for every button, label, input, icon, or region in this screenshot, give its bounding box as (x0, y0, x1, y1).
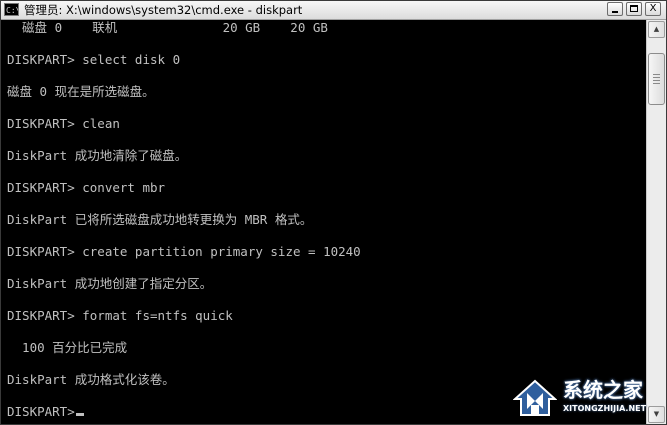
console-output[interactable]: 磁盘 0 联机 20 GB 20 GB DISKPART> select dis… (1, 20, 646, 424)
vertical-scrollbar[interactable]: ▲ ▼ (646, 20, 666, 424)
close-button[interactable]: X (645, 2, 661, 16)
diskpart-prompt: DISKPART> (7, 404, 75, 419)
down-arrow-icon: ▼ (653, 410, 660, 418)
command-prompt-line[interactable]: DISKPART> (7, 404, 84, 420)
title-bar[interactable]: C:\ 管理员: X:\windows\system32\cmd.exe - d… (1, 1, 666, 20)
grip-line (653, 74, 660, 75)
grip-line (653, 77, 660, 78)
grip-line (653, 83, 660, 84)
console-line: DiskPart 已将所选磁盘成功地转更换为 MBR 格式。 (7, 212, 313, 227)
console-line: 100 百分比已完成 (7, 340, 128, 355)
scroll-up-button[interactable]: ▲ (648, 21, 665, 38)
text-cursor (75, 413, 84, 416)
console-line: DiskPart 成功地创建了指定分区。 (7, 276, 213, 291)
grip-line (653, 80, 660, 81)
scroll-thumb[interactable] (648, 53, 665, 105)
console-line: 磁盘 0 联机 20 GB 20 GB (7, 20, 328, 35)
close-icon: X (649, 3, 657, 14)
minimize-icon (612, 11, 618, 13)
window-title: 管理员: X:\windows\system32\cmd.exe - diskp… (24, 3, 303, 17)
console-line: DISKPART> select disk 0 (7, 52, 181, 67)
maximize-button[interactable] (626, 2, 642, 16)
console-line: DISKPART> convert mbr (7, 180, 166, 195)
console-line: DISKPART> clean (7, 116, 120, 131)
console-line: DISKPART> create partition primary size … (7, 244, 361, 259)
console-line: 磁盘 0 现在是所选磁盘。 (7, 84, 155, 99)
console-line: DiskPart 成功格式化该卷。 (7, 372, 175, 387)
scroll-down-button[interactable]: ▼ (648, 406, 665, 423)
cmd-app-icon[interactable]: C:\ (4, 3, 19, 16)
up-arrow-icon: ▲ (653, 25, 660, 33)
maximize-icon (630, 5, 638, 12)
cmd-window: C:\ 管理员: X:\windows\system32\cmd.exe - d… (0, 0, 667, 425)
console-line: DISKPART> format fs=ntfs quick (7, 308, 233, 323)
console-line: DiskPart 成功地清除了磁盘。 (7, 148, 188, 163)
minimize-button[interactable] (607, 2, 623, 16)
